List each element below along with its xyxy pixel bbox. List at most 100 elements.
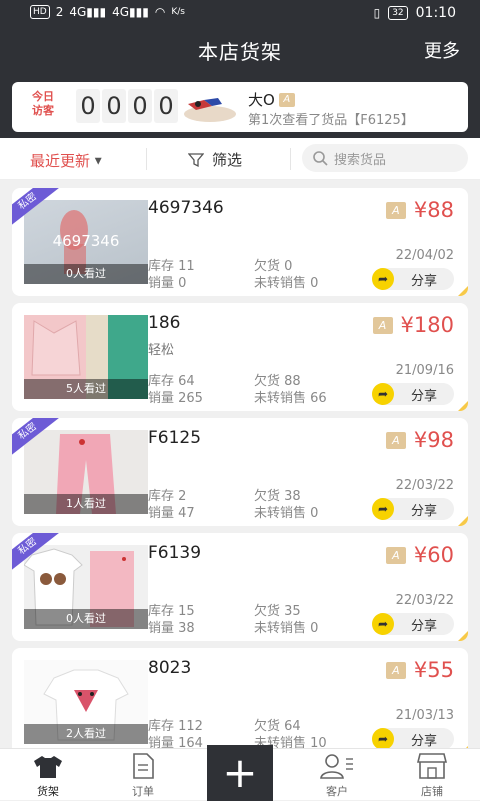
level-badge: A [385, 546, 406, 564]
updated-date: 21/03/13 [395, 708, 454, 723]
owed-count: 欠货 64 [254, 719, 301, 734]
share-arrow-icon: ➦ [372, 613, 394, 635]
corner-mark [458, 516, 468, 526]
funnel-icon [188, 152, 204, 167]
stock-sales: 库存 15 销量 38 [148, 603, 195, 637]
share-button[interactable]: ➦ 分享 [372, 728, 454, 750]
level-badge: A [385, 661, 406, 679]
product-price: ¥88 [413, 198, 454, 222]
owe-unsold: 欠货 0 未转销售 0 [254, 258, 318, 292]
battery-icon: 32 [388, 6, 408, 20]
share-button[interactable]: ➦ 分享 [372, 268, 454, 290]
divider [290, 148, 291, 170]
network-speed: K/s [171, 7, 185, 17]
counter-digit: 0 [128, 89, 152, 123]
signal-4g-icon-2: 4G▮▮▮ [112, 5, 149, 19]
views-count: 0人看过 [24, 609, 148, 629]
status-bar: HD 2 4G▮▮▮ 4G▮▮▮ ◠ K/s ▯ 32 01:10 [0, 0, 480, 26]
unsold-count: 未转销售 0 [254, 506, 319, 521]
product-thumbnail: 1人看过 [24, 430, 148, 514]
stock-sales: 库存 11 销量 0 [148, 258, 195, 292]
stock-sales: 库存 112 销量 164 [148, 718, 203, 752]
wifi-icon: ◠ [154, 5, 166, 19]
product-price: ¥180 [400, 313, 454, 337]
sales-count: 销量 265 [148, 391, 203, 406]
unsold-count: 未转销售 0 [254, 276, 319, 291]
product-name: F6125 [148, 428, 202, 448]
visitor-banner[interactable]: 今日访客 0 0 0 0 大O A 第1次查看了货品【F6125】 [12, 82, 468, 132]
product-price: ¥60 [413, 543, 454, 567]
share-button[interactable]: ➦ 分享 [372, 498, 454, 520]
stock-sales: 库存 2 销量 47 [148, 488, 195, 522]
corner-mark [458, 631, 468, 641]
product-name: 4697346 [148, 198, 224, 218]
tshirt-icon [34, 756, 62, 778]
counter-digit: 0 [76, 89, 100, 123]
level-badge: A [385, 201, 406, 219]
owed-count: 欠货 35 [254, 604, 301, 619]
corner-mark [458, 286, 468, 296]
more-button[interactable]: 更多 [424, 37, 460, 63]
views-count: 5人看过 [24, 379, 148, 399]
level-badge: A [372, 316, 393, 334]
product-thumbnail: 5人看过 [24, 315, 148, 399]
product-card[interactable]: 5人看过 186 轻松 A ¥180 库存 64 销量 265 欠货 88 未转… [12, 303, 468, 411]
counter-digit: 0 [102, 89, 126, 123]
product-name: F6139 [148, 543, 202, 563]
stock-count: 库存 11 [148, 259, 195, 274]
owed-count: 欠货 88 [254, 374, 301, 389]
price-group: A ¥55 [385, 658, 454, 682]
product-thumbnail: 2人看过 [24, 660, 148, 744]
product-card[interactable]: 1人看过 私密 F6125 A ¥98 库存 2 销量 47 欠货 38 未转销… [12, 418, 468, 526]
share-arrow-icon: ➦ [372, 268, 394, 290]
search-input[interactable]: 搜索货品 [302, 144, 468, 172]
today-visitors-label: 今日访客 [32, 90, 54, 117]
owe-unsold: 欠货 88 未转销售 66 [254, 373, 327, 407]
views-count: 2人看过 [24, 724, 148, 744]
divider [146, 148, 147, 170]
stock-count: 库存 15 [148, 604, 195, 619]
product-card[interactable]: 4697346 0人看过 私密 4697346 A ¥88 库存 11 销量 0… [12, 188, 468, 296]
views-count: 0人看过 [24, 264, 148, 284]
bottom-tab-bar: 货架 订单 + 客户 店铺 [0, 745, 480, 801]
filter-button[interactable]: 筛选 [188, 149, 242, 170]
product-thumbnail: 4697346 0人看过 [24, 200, 148, 284]
share-arrow-icon: ➦ [372, 498, 394, 520]
share-button[interactable]: ➦ 分享 [372, 613, 454, 635]
store-icon [417, 753, 447, 779]
share-button[interactable]: ➦ 分享 [372, 383, 454, 405]
unsold-count: 未转销售 66 [254, 391, 327, 406]
tab-customers[interactable]: 客户 [302, 749, 372, 801]
owed-count: 欠货 38 [254, 489, 301, 504]
price-group: A ¥180 [372, 313, 454, 337]
product-card[interactable]: 0人看过 私密 F6139 A ¥60 库存 15 销量 38 欠货 35 未转… [12, 533, 468, 641]
filter-bar: 最近更新 ▼ 筛选 搜索货品 [0, 138, 480, 180]
product-card[interactable]: 2人看过 8023 A ¥55 库存 112 销量 164 欠货 64 未转销售… [12, 648, 468, 756]
add-product-button[interactable]: + [207, 745, 273, 801]
stock-count: 库存 2 [148, 489, 187, 504]
owe-unsold: 欠货 35 未转销售 0 [254, 603, 318, 637]
tab-store[interactable]: 店铺 [397, 749, 467, 801]
stock-count: 库存 64 [148, 374, 195, 389]
views-count: 1人看过 [24, 494, 148, 514]
tab-shelf[interactable]: 货架 [13, 749, 83, 801]
tab-orders[interactable]: 订单 [108, 749, 178, 801]
sort-dropdown[interactable]: 最近更新 ▼ [30, 150, 102, 171]
watermark-text: 4697346 [52, 232, 120, 250]
product-thumbnail: 0人看过 [24, 545, 148, 629]
document-icon [133, 753, 154, 779]
signal-4g-icon: 4G▮▮▮ [69, 5, 107, 19]
product-subtitle: 轻松 [148, 343, 175, 358]
app-header: 本店货架 更多 [0, 26, 480, 72]
visitor-activity: 第1次查看了货品【F6125】 [248, 113, 414, 128]
price-group: A ¥98 [385, 428, 454, 452]
product-name: 8023 [148, 658, 192, 678]
share-arrow-icon: ➦ [372, 728, 394, 750]
search-icon [313, 151, 328, 166]
owe-unsold: 欠货 38 未转销售 0 [254, 488, 318, 522]
visitor-section: 今日访客 0 0 0 0 大O A 第1次查看了货品【F6125】 [0, 72, 480, 138]
visitor-avatar-image [184, 98, 236, 122]
stock-count: 库存 112 [148, 719, 203, 734]
hd-icon: HD [30, 5, 50, 19]
counter-digit: 0 [154, 89, 178, 123]
